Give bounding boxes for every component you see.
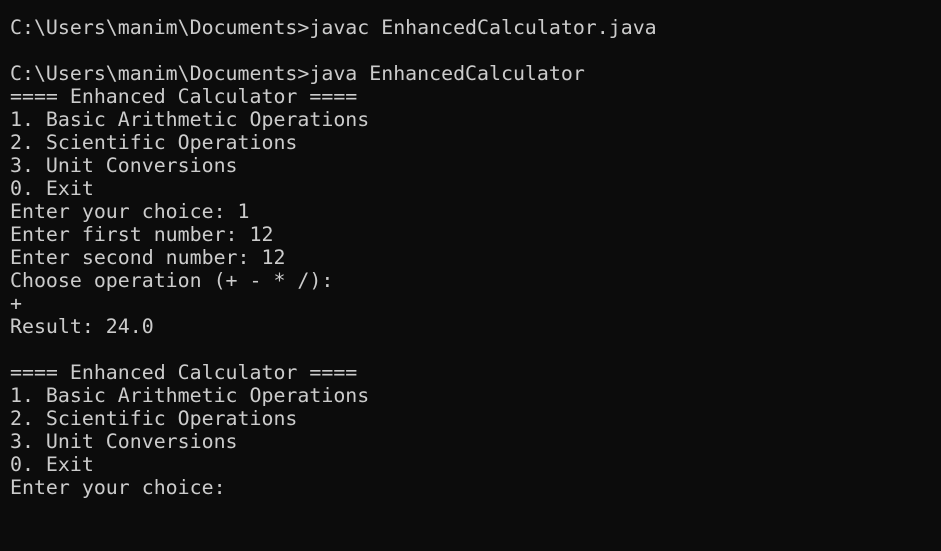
- terminal-output[interactable]: C:\Users\manim\Documents>javac EnhancedC…: [0, 0, 941, 551]
- terminal-line: Result: 24.0: [10, 315, 154, 338]
- terminal-prompt-line[interactable]: Enter your choice:: [10, 476, 941, 499]
- terminal-line: ==== Enhanced Calculator ====: [10, 361, 358, 384]
- terminal-line: 2. Scientific Operations: [10, 407, 298, 430]
- terminal-line: C:\Users\manim\Documents>javac EnhancedC…: [10, 16, 657, 39]
- terminal-line: Enter your choice: 1: [10, 200, 250, 223]
- terminal-line: C:\Users\manim\Documents>java EnhancedCa…: [10, 62, 585, 85]
- terminal-line: 2. Scientific Operations: [10, 131, 298, 154]
- prompt-text: Enter your choice:: [10, 476, 238, 499]
- terminal-line: 0. Exit: [10, 177, 94, 200]
- terminal-line: Choose operation (+ - * /):: [10, 269, 334, 292]
- terminal-line: 1. Basic Arithmetic Operations: [10, 108, 370, 131]
- terminal-line: Enter second number: 12: [10, 246, 286, 269]
- terminal-line: 1. Basic Arithmetic Operations: [10, 384, 370, 407]
- terminal-line: ==== Enhanced Calculator ====: [10, 85, 358, 108]
- terminal-line: 3. Unit Conversions: [10, 154, 238, 177]
- terminal-line: +: [10, 292, 22, 315]
- terminal-line: 0. Exit: [10, 453, 94, 476]
- terminal-line: Enter first number: 12: [10, 223, 274, 246]
- terminal-line: 3. Unit Conversions: [10, 430, 238, 453]
